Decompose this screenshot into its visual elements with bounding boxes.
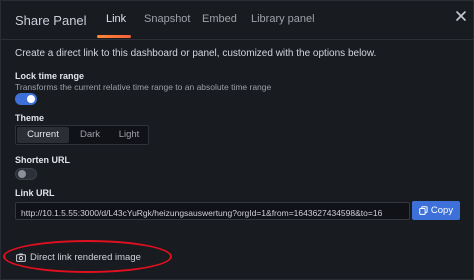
share-panel-modal: Share Panel Link Snapshot Embed Library …: [0, 0, 474, 280]
link-url-input[interactable]: [16, 205, 409, 219]
copy-icon: [419, 206, 428, 215]
tab-link[interactable]: Link: [106, 13, 126, 25]
lock-time-range-description: Transforms the current relative time ran…: [15, 82, 272, 92]
theme-option-dark[interactable]: Dark: [71, 127, 109, 143]
link-url-label: Link URL: [15, 188, 55, 198]
tab-library-panel[interactable]: Library panel: [251, 13, 315, 25]
theme-label: Theme: [15, 113, 45, 123]
copy-button[interactable]: Copy: [412, 201, 460, 220]
theme-option-current[interactable]: Current: [17, 127, 69, 143]
lock-time-range-label: Lock time range: [15, 71, 85, 81]
active-tab-indicator: [97, 35, 131, 38]
link-url-field[interactable]: [15, 202, 410, 220]
render-link-label: Direct link rendered image: [30, 252, 141, 263]
direct-link-rendered-image[interactable]: Direct link rendered image: [16, 252, 141, 263]
toggle-knob: [27, 95, 35, 103]
modal-header: Share Panel Link Snapshot Embed Library …: [1, 1, 473, 40]
share-description: Create a direct link to this dashboard o…: [15, 48, 377, 59]
tab-embed[interactable]: Embed: [202, 13, 237, 25]
modal-title: Share Panel: [15, 13, 87, 28]
close-icon[interactable]: [454, 9, 468, 23]
tab-snapshot[interactable]: Snapshot: [144, 13, 190, 25]
theme-option-light[interactable]: Light: [110, 127, 148, 143]
lock-time-range-toggle[interactable]: [15, 93, 37, 105]
toggle-knob: [18, 170, 26, 178]
shorten-url-toggle[interactable]: [15, 168, 37, 180]
camera-icon: [16, 253, 26, 262]
shorten-url-label: Shorten URL: [15, 155, 70, 165]
theme-radio-group: Current Dark Light: [15, 125, 149, 145]
copy-button-label: Copy: [430, 205, 454, 216]
